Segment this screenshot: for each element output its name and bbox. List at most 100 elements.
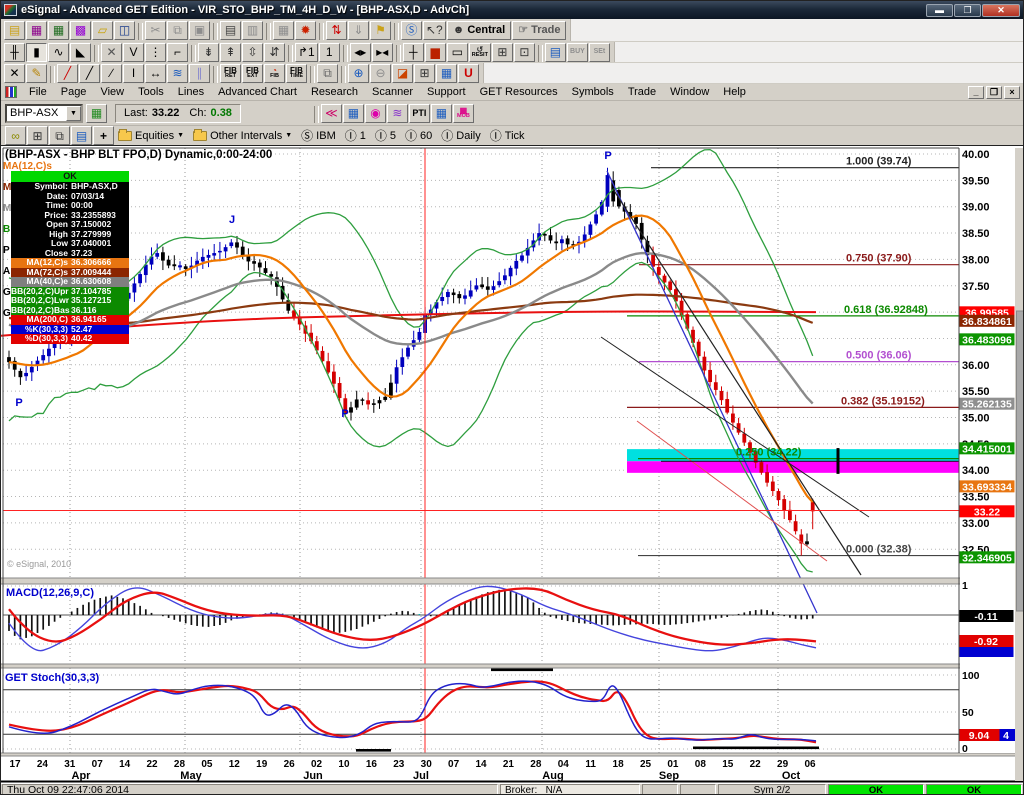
fib-circle-icon[interactable]: ◔FIB xyxy=(264,64,285,83)
angle-tool-icon[interactable]: ≋ xyxy=(387,104,408,123)
trendline-icon[interactable]: ╱ xyxy=(79,64,100,83)
candle-type-icon[interactable]: ▮ xyxy=(26,43,47,62)
mob-icon[interactable]: ▦MOB xyxy=(453,104,474,123)
chevron-down-icon[interactable]: ▼ xyxy=(66,106,81,121)
trade-button[interactable]: ☞Trade xyxy=(512,21,566,40)
area-type-icon[interactable]: ◣ xyxy=(70,43,91,62)
link-icon[interactable]: ∞ xyxy=(5,126,26,145)
parallel-lines-icon[interactable]: ≋ xyxy=(167,64,188,83)
print-preview-icon[interactable]: ▥ xyxy=(242,21,263,40)
color-bars-icon[interactable]: ▆ xyxy=(425,43,446,62)
interval-daily[interactable]: ⒾDaily xyxy=(437,127,484,144)
download-icon[interactable]: ⇓ xyxy=(348,21,369,40)
menu-trade[interactable]: Trade xyxy=(621,85,663,99)
step-type-icon[interactable]: ⌐ xyxy=(167,43,188,62)
ecps-icon[interactable]: ◉ xyxy=(365,104,386,123)
mdi-restore-button[interactable]: ❐ xyxy=(986,86,1002,99)
mdi-close-button[interactable]: × xyxy=(1004,86,1020,99)
study-oscillator-icon[interactable]: ⇳ xyxy=(242,43,263,62)
sell-button[interactable]: SEt xyxy=(589,43,610,62)
hot-list-icon[interactable]: ✹ xyxy=(295,21,316,40)
elliott-table-icon[interactable]: ▦ xyxy=(431,104,452,123)
quote-grid-icon[interactable]: ▦ xyxy=(343,104,364,123)
quote-board-icon[interactable]: ▦ xyxy=(273,21,294,40)
menu-view[interactable]: View xyxy=(93,85,131,99)
zoom-window-icon[interactable]: ⊞ xyxy=(492,43,513,62)
fib-time-icon[interactable]: FIBTIME xyxy=(286,64,307,83)
central-button[interactable]: ☻Central xyxy=(447,21,511,40)
fib-extension-icon[interactable]: FIBEXT xyxy=(242,64,263,83)
mdi-minimize-button[interactable]: _ xyxy=(968,86,984,99)
chart-window-icon[interactable]: ▦ xyxy=(48,21,69,40)
shapes-icon[interactable]: ⧉ xyxy=(317,64,338,83)
menu-help[interactable]: Help xyxy=(716,85,753,99)
panel-separator[interactable] xyxy=(1,664,1015,668)
reset-icon[interactable]: ↺RESIT xyxy=(469,43,491,62)
volume-type-icon[interactable]: V xyxy=(123,43,144,62)
pencil-icon[interactable]: ✎ xyxy=(26,64,47,83)
page-layout-icon[interactable]: ▦ xyxy=(26,21,47,40)
zoom-out-icon[interactable]: ⊖ xyxy=(370,64,391,83)
add-symbol-button[interactable]: + xyxy=(93,126,114,145)
menu-get-resources[interactable]: GET Resources xyxy=(473,85,565,99)
eraser-icon[interactable]: ◪ xyxy=(392,64,413,83)
restore-button[interactable]: ❐ xyxy=(954,4,981,17)
menu-research[interactable]: Research xyxy=(304,85,365,99)
window-properties-icon[interactable]: ▤ xyxy=(71,126,92,145)
interval-5[interactable]: Ⓘ5 xyxy=(371,127,400,144)
gridlines-icon[interactable]: ▭ xyxy=(447,43,468,62)
minimize-button[interactable]: ▬ xyxy=(926,4,953,17)
compress-bars-icon[interactable]: ◂▸ xyxy=(350,43,371,62)
new-window-icon[interactable]: ⊞ xyxy=(27,126,48,145)
copy-window-icon[interactable]: ⧉ xyxy=(49,126,70,145)
interval-1[interactable]: Ⓘ1 xyxy=(341,127,370,144)
menu-lines[interactable]: Lines xyxy=(171,85,211,99)
menu-tools[interactable]: Tools xyxy=(131,85,171,99)
scrollbar-thumb[interactable] xyxy=(1017,311,1024,611)
menu-scanner[interactable]: Scanner xyxy=(365,85,420,99)
equities-folder[interactable]: Equities▼ xyxy=(114,127,188,144)
fib-retracement-icon[interactable]: FIBRET xyxy=(220,64,241,83)
symbol-search-icon[interactable]: Ⓢ xyxy=(401,21,422,40)
expand-bars-icon[interactable]: ▸◂ xyxy=(372,43,393,62)
dot-type-icon[interactable]: ⋮ xyxy=(145,43,166,62)
grid-snap-icon[interactable]: ⊞ xyxy=(414,64,435,83)
open-icon[interactable]: ▱ xyxy=(92,21,113,40)
ray-line-icon[interactable]: ∕ xyxy=(101,64,122,83)
expand-one-icon[interactable]: ↱1 xyxy=(295,43,318,62)
menu-support[interactable]: Support xyxy=(420,85,473,99)
other-intervals-folder[interactable]: Other Intervals▼ xyxy=(189,127,296,144)
cut-icon[interactable]: ✂ xyxy=(145,21,166,40)
workspace-icon[interactable]: ▩ xyxy=(70,21,91,40)
quote-sheet-icon[interactable]: ▦ xyxy=(436,64,457,83)
study-average-icon[interactable]: ⇞ xyxy=(220,43,241,62)
trendline-red-icon[interactable]: ╱ xyxy=(57,64,78,83)
single-icon[interactable]: 1 xyxy=(319,43,340,62)
interval-tick[interactable]: ⒾTick xyxy=(486,127,529,144)
buy-button[interactable]: BUY xyxy=(567,43,588,62)
menu-advanced-chart[interactable]: Advanced Chart xyxy=(211,85,304,99)
study-bands-icon[interactable]: ⇵ xyxy=(264,43,285,62)
panel-separator[interactable] xyxy=(1,578,1015,584)
menu-page[interactable]: Page xyxy=(54,85,94,99)
point-figure-icon[interactable]: ✕ xyxy=(101,43,122,62)
sort-arrows-icon[interactable]: ⇅ xyxy=(326,21,347,40)
pti-icon[interactable]: PTI xyxy=(409,104,430,123)
interval-60[interactable]: Ⓘ60 xyxy=(401,127,436,144)
print-icon[interactable]: ▤ xyxy=(220,21,241,40)
copy-icon[interactable]: ⧉ xyxy=(167,21,188,40)
menu-window[interactable]: Window xyxy=(663,85,716,99)
pointer-icon[interactable]: ✕ xyxy=(4,64,25,83)
zoom-in-icon[interactable]: ⊕ xyxy=(348,64,369,83)
symbol-screen-button[interactable]: ▦ xyxy=(86,104,107,123)
data-window[interactable]: OKSymbol:BHP-ASX,DDate:07/03/14Time:00:0… xyxy=(11,171,129,344)
alert-flag-icon[interactable]: ⚑ xyxy=(370,21,391,40)
paste-icon[interactable]: ▣ xyxy=(189,21,210,40)
help-pointer-icon[interactable]: ↖? xyxy=(423,21,446,40)
crosshair-icon[interactable]: ┼ xyxy=(403,43,424,62)
bar-type-icon[interactable]: ╫ xyxy=(4,43,25,62)
menu-file[interactable]: File xyxy=(22,85,54,99)
symbol-combo[interactable]: BHP-ASX ▼ xyxy=(5,104,83,123)
save-icon[interactable]: ◫ xyxy=(114,21,135,40)
channel-lines-icon[interactable]: ∥ xyxy=(189,64,210,83)
